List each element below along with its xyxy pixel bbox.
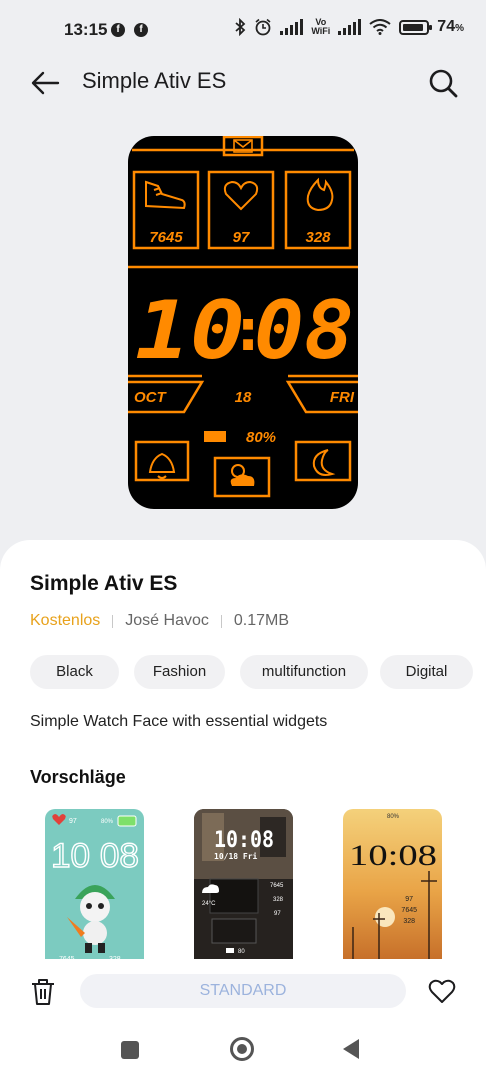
status-time: 13:15: [64, 20, 108, 39]
author-label: José Havoc: [125, 612, 209, 629]
app-bar: Simple Ativ ES: [0, 56, 486, 108]
battery-icon: [117, 815, 137, 827]
battery-percent: 74%: [437, 18, 464, 36]
flame-icon: [306, 177, 334, 212]
bell-icon: [148, 452, 176, 479]
suggestion-hr: 97: [274, 911, 281, 917]
suggestion-hr: 97: [405, 896, 413, 903]
watch-calories: 328: [305, 229, 331, 246]
suggestion-thumbnail[interactable]: 97 80% 10 08 7645 328: [45, 809, 144, 959]
recent-apps-button[interactable]: [121, 1041, 139, 1059]
suggestion-cal: 328: [403, 918, 415, 925]
vowifi-bottom: WiFi: [311, 26, 331, 36]
suggestion-thumbnail[interactable]: 80% 10:08 97 7645 328: [343, 809, 442, 959]
watch-time-hours: 10: [135, 284, 245, 377]
battery-percent-unit: %: [455, 23, 464, 34]
suggestion-battery: 80: [238, 949, 245, 955]
suggestion-time: 10:08: [214, 828, 274, 853]
watch-face-graphic: 7645 97 328 10 : 08 OCT 18 FRI 80%: [128, 136, 358, 498]
tag-chip[interactable]: Black: [30, 655, 119, 689]
apply-standard-button[interactable]: STANDARD: [80, 974, 406, 1008]
nav-back-button[interactable]: [343, 1039, 359, 1059]
suggestion-battery: 80%: [387, 814, 400, 820]
action-bar: STANDARD: [0, 959, 486, 1027]
suggestion-date: 10/18 Fri: [214, 851, 258, 861]
alarm-icon: [255, 18, 271, 36]
suggestion-preview-graphic: 10:08 10/18 Fri 24°C 7645 328 97 80: [194, 809, 293, 959]
bluetooth-icon: [235, 18, 246, 36]
system-nav-bar: [0, 1027, 486, 1080]
watch-face-meta: Kostenlos José Havoc 0.17MB: [30, 612, 289, 630]
description: Simple Watch Face with essential widgets: [30, 713, 328, 730]
signal-icon: [280, 19, 304, 35]
meta-divider: [220, 614, 222, 628]
watch-battery: 80%: [246, 429, 276, 446]
watch-heart-rate: 97: [233, 229, 250, 246]
weather-icon: [230, 464, 255, 486]
trash-icon[interactable]: [28, 977, 58, 1007]
suggestion-preview-graphic: 80% 10:08 97 7645 328: [349, 814, 437, 959]
tag-chip[interactable]: Fashion: [134, 655, 225, 689]
power-poles-icon: [352, 871, 437, 959]
watch-weekday: FRI: [330, 389, 355, 406]
facebook-icon: f: [134, 23, 148, 37]
favorite-heart-icon[interactable]: [428, 977, 456, 1005]
home-button[interactable]: [230, 1037, 254, 1061]
moon-icon: [312, 449, 336, 476]
page-title: Simple Ativ ES: [82, 68, 227, 93]
suggestion-hr: 97: [69, 818, 77, 825]
watch-steps: 7645: [149, 229, 183, 246]
sun-icon: [375, 907, 395, 927]
battery-icon: [226, 948, 234, 953]
signal-icon: [338, 19, 362, 35]
heart-icon: [52, 814, 66, 825]
watch-battery-icon: [204, 431, 226, 442]
watch-month: OCT: [134, 389, 168, 406]
suggestion-thumbnail[interactable]: 10:08 10/18 Fri 24°C 7645 328 97 80: [194, 809, 293, 959]
tag-chip[interactable]: Digital: [380, 655, 473, 689]
tag-chip[interactable]: multifunction: [240, 655, 368, 689]
details-sheet: Simple Ativ ES Kostenlos José Havoc 0.17…: [0, 540, 486, 1080]
suggestion-temp: 24°C: [202, 901, 216, 907]
search-icon[interactable]: [426, 66, 460, 100]
suggestion-steps: 7645: [270, 883, 284, 889]
price-label: Kostenlos: [30, 612, 101, 629]
vowifi-icon: Vo WiFi: [311, 18, 330, 36]
suggestion-time: 10:08: [349, 839, 437, 872]
heart-icon: [223, 180, 259, 211]
shoe-icon: [145, 180, 186, 210]
suggestion-preview-graphic: 97 80% 10 08 7645 328: [50, 814, 140, 959]
meta-divider: [112, 614, 114, 628]
watch-time-minutes: 08: [254, 284, 354, 377]
suggestion-battery: 80%: [101, 819, 114, 825]
status-bar: 13:15 f f Vo WiFi 74%: [0, 0, 486, 60]
panda-mascot-icon: [67, 885, 115, 953]
facebook-icon: f: [111, 23, 125, 37]
suggestions-heading: Vorschläge: [30, 767, 126, 787]
watch-face-preview[interactable]: 7645 97 328 10 : 08 OCT 18 FRI 80%: [128, 136, 358, 509]
suggestion-time: 10 08: [51, 837, 139, 875]
suggestion-cal: 328: [273, 897, 284, 903]
size-label: 0.17MB: [233, 612, 289, 629]
watch-day: 18: [235, 389, 252, 406]
watch-face-title: Simple Ativ ES: [30, 572, 178, 595]
back-arrow-icon[interactable]: [28, 66, 62, 100]
battery-percent-value: 74: [437, 18, 456, 35]
wifi-icon: [369, 19, 391, 35]
suggestion-steps: 7645: [401, 907, 417, 914]
battery-icon: [399, 19, 433, 35]
